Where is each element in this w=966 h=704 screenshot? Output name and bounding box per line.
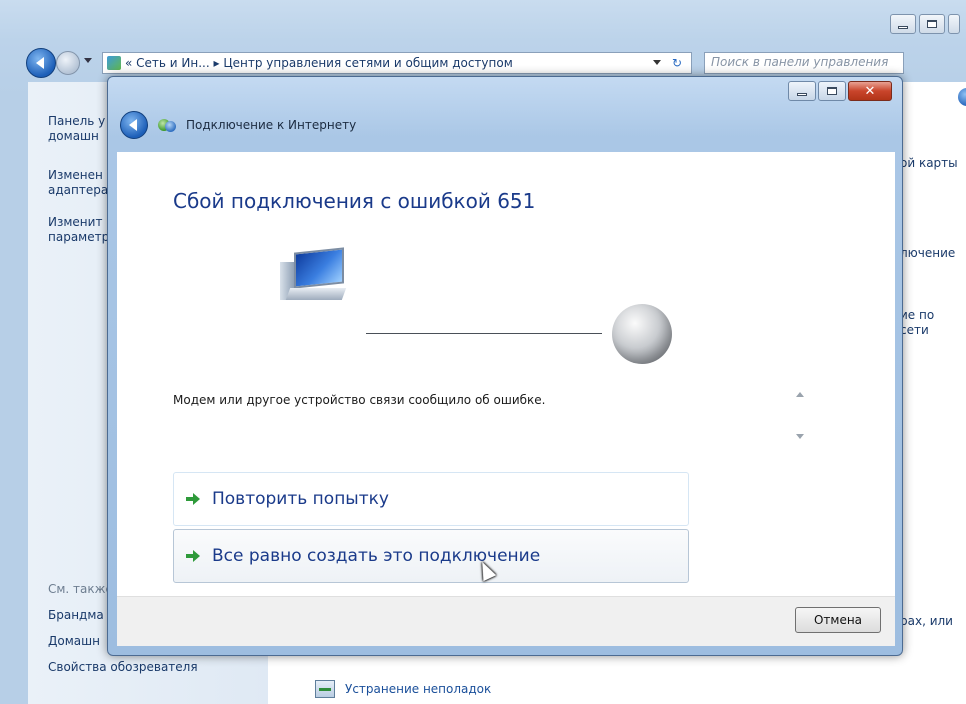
see-also-firewall[interactable]: Брандма [48, 608, 104, 623]
address-bar[interactable]: « Сеть и Ин... ▸ Центр управления сетями… [102, 52, 692, 74]
dialog-footer: Отмена [117, 596, 895, 646]
green-arrow-icon [186, 550, 200, 562]
refresh-icon[interactable]: ↻ [667, 56, 687, 70]
forward-button[interactable] [56, 51, 80, 75]
error-detail: Модем или другое устройство связи сообщи… [173, 393, 546, 407]
dialog-back-button[interactable] [120, 111, 148, 139]
address-row: « Сеть и Ин... ▸ Центр управления сетями… [8, 48, 966, 78]
dialog-body: Сбой подключения с ошибкой 651 Модем или… [117, 152, 895, 596]
minimize-icon [898, 25, 908, 29]
dialog-close-button[interactable]: ✕ [848, 81, 892, 101]
detail-scrollbar[interactable] [793, 384, 807, 444]
minimize-icon [797, 92, 807, 96]
maximize-icon [927, 20, 937, 28]
sidebar-link-home-2[interactable]: домашн [48, 129, 99, 144]
see-also-homegroup[interactable]: Домашн [48, 634, 100, 649]
sidebar-link-settings-1[interactable]: Изменит [48, 215, 102, 230]
dialog-maximize-button[interactable] [818, 81, 846, 101]
bg-fragment-network[interactable]: сети [900, 323, 929, 338]
cancel-button[interactable]: Отмена [795, 607, 881, 633]
maximize-icon [827, 87, 837, 95]
history-dropdown-icon[interactable] [84, 58, 92, 63]
bg-window-controls [890, 14, 960, 34]
see-also-browser-properties[interactable]: Свойства обозревателя [48, 660, 198, 675]
bg-close-button[interactable] [948, 14, 960, 34]
back-arrow-icon [36, 57, 44, 69]
dialog-window-controls: ✕ [788, 81, 892, 101]
breadcrumb[interactable]: « Сеть и Ин... ▸ Центр управления сетями… [125, 56, 513, 70]
internet-globe-icon [612, 304, 672, 364]
create-anyway-label: Все равно создать это подключение [212, 546, 541, 566]
dialog-titlebar: Подключение к Интернету [120, 111, 356, 139]
green-arrow-icon [186, 493, 200, 505]
address-dropdown-icon[interactable] [653, 60, 661, 65]
internet-connection-dialog: ✕ Подключение к Интернету Сбой подключен… [107, 76, 903, 656]
error-heading: Сбой подключения с ошибкой 651 [173, 189, 536, 213]
retry-option[interactable]: Повторить попытку [173, 472, 689, 526]
bg-fragment-map[interactable]: ой карты [900, 156, 958, 171]
sidebar-link-home-1[interactable]: Панель у [48, 114, 105, 129]
retry-label: Повторить попытку [212, 489, 389, 509]
search-input[interactable]: Поиск в панели управления [704, 52, 904, 74]
connection-line [366, 333, 602, 334]
bg-maximize-button[interactable] [919, 14, 945, 34]
dialog-title: Подключение к Интернету [186, 118, 357, 132]
dialog-minimize-button[interactable] [788, 81, 816, 101]
scroll-down-icon[interactable] [796, 434, 804, 439]
see-also-heading: См. также [48, 582, 113, 596]
troubleshoot-icon [315, 680, 335, 698]
network-center-icon [107, 56, 121, 70]
back-arrow-icon [129, 119, 137, 131]
bg-fragment-connection[interactable]: лючение [900, 246, 955, 261]
troubleshoot-link[interactable]: Устранение неполадок [315, 680, 491, 698]
scroll-up-icon[interactable] [796, 392, 804, 397]
sidebar-link-settings-2[interactable]: параметр [48, 230, 109, 245]
bg-minimize-button[interactable] [890, 14, 916, 34]
computer-icon [280, 246, 352, 308]
close-icon: ✕ [864, 83, 876, 99]
troubleshoot-label[interactable]: Устранение неполадок [345, 682, 491, 696]
internet-connection-icon [158, 117, 176, 133]
create-anyway-option[interactable]: Все равно создать это подключение [173, 529, 689, 583]
bg-fragment-by[interactable]: ие по [900, 308, 934, 323]
help-icon[interactable] [958, 88, 966, 106]
bg-fragment-or: рах, или [900, 614, 953, 628]
sidebar-link-adapter-2[interactable]: адаптера [48, 183, 108, 198]
back-button[interactable] [26, 48, 56, 78]
sidebar-link-adapter-1[interactable]: Изменен [48, 168, 103, 183]
